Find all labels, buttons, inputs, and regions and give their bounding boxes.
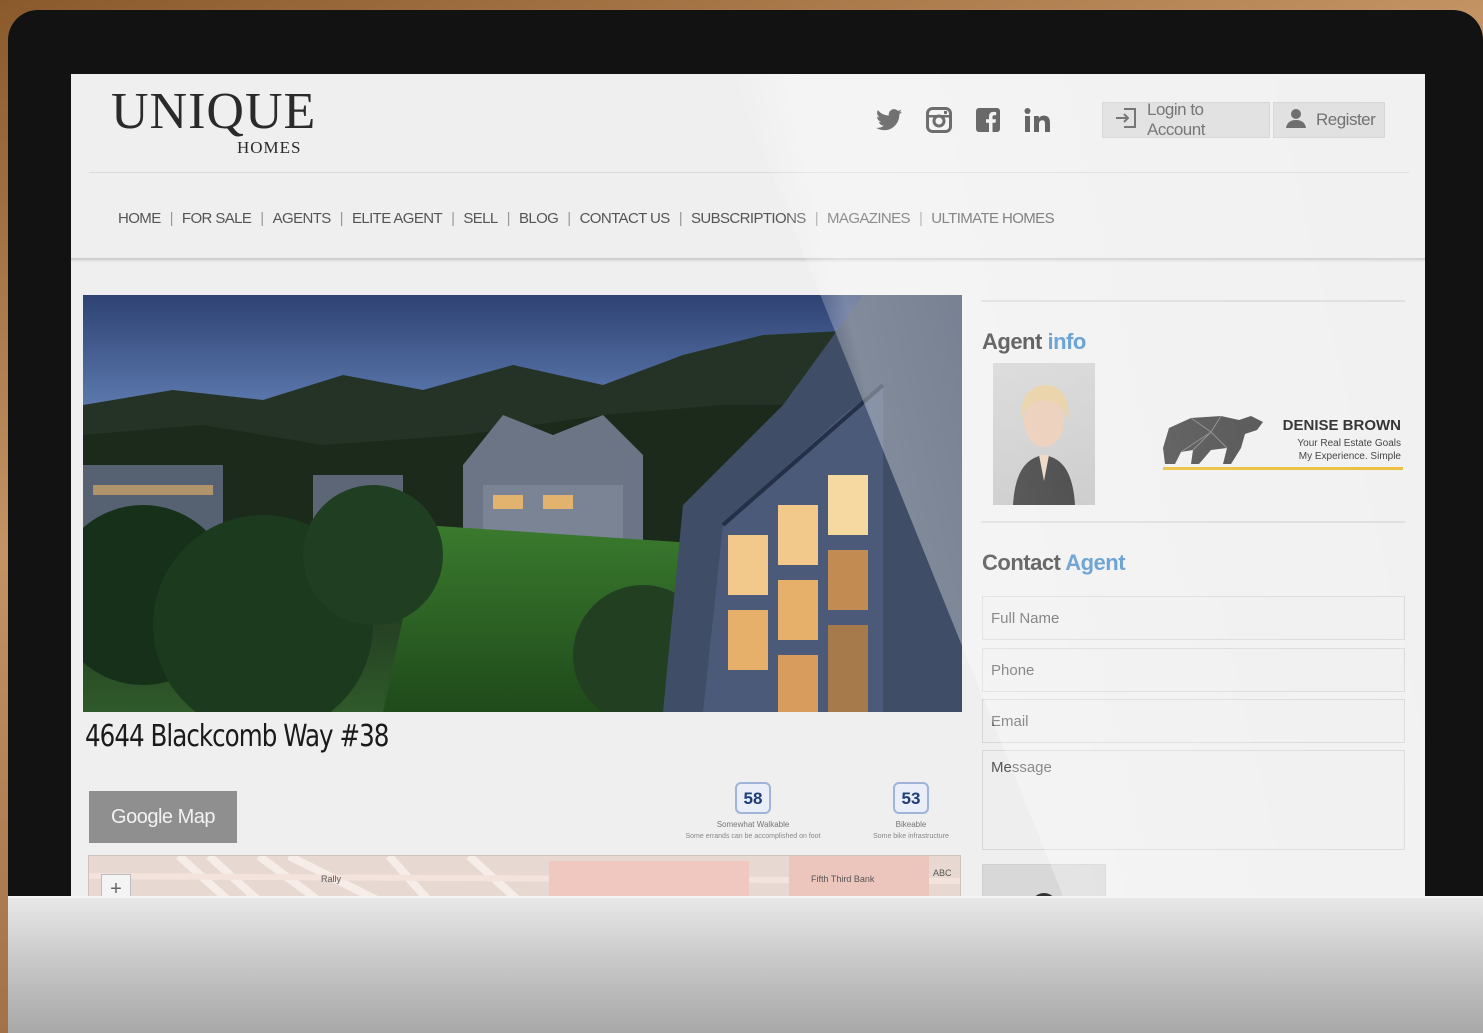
send-button-icon <box>1031 893 1057 896</box>
main-nav: HOME | FOR SALE | AGENTS | ELITE AGENT | SELL | BL… <box>118 210 1055 227</box>
nav-sell[interactable]: SELL <box>463 210 498 227</box>
brand-name: DENISE BROWN <box>1282 417 1401 434</box>
facebook-icon[interactable] <box>970 104 1006 136</box>
send-button[interactable] <box>982 864 1106 896</box>
contact-agent-heading-accent: Agent <box>1065 550 1126 575</box>
full-name-placeholder: Full Name <box>991 609 1060 627</box>
brand-tagline-2: My Experience. Simple <box>1298 451 1401 462</box>
twitter-icon[interactable] <box>871 104 907 136</box>
login-label: Login to Account <box>1147 100 1205 139</box>
contact-agent-heading: Contact Agent <box>982 550 1126 576</box>
walk-score-badge[interactable]: 58 Somewhat Walkable Some errands can be… <box>673 782 833 840</box>
instagram-icon[interactable] <box>921 104 957 136</box>
nav-for-sale[interactable]: FOR SALE <box>182 210 252 227</box>
browser-screen: UNIQUE HOMES Login to Account Register H… <box>71 74 1425 896</box>
map-embed[interactable]: + Rally Fifth Third Bank ABC <box>88 855 961 896</box>
listing-photo[interactable] <box>83 295 962 712</box>
nav-magazines[interactable]: MAGAZINES <box>827 210 911 227</box>
google-map-button[interactable]: Google Map <box>89 791 237 843</box>
map-label-rally: Rally <box>321 874 342 884</box>
laptop-base <box>8 896 1483 1033</box>
login-button[interactable]: Login to Account <box>1102 100 1270 139</box>
nav-contact-us[interactable]: CONTACT US <box>580 210 671 227</box>
email-placeholder: Email <box>991 712 1029 730</box>
nav-blog[interactable]: BLOG <box>519 210 559 227</box>
header-divider <box>89 172 1409 173</box>
logo-sub-text: HOMES <box>237 138 302 157</box>
bike-score-label: Bikeable <box>895 820 927 829</box>
linkedin-icon[interactable] <box>1020 104 1056 136</box>
bike-score-detail: Some bike infrastructure <box>873 833 949 840</box>
full-name-field[interactable]: Full Name <box>982 596 1405 640</box>
nav-divider <box>71 258 1425 260</box>
agent-info-heading-main: Agent <box>982 329 1042 354</box>
agent-info-heading: Agent info <box>982 329 1086 355</box>
login-icon <box>1115 107 1137 133</box>
bike-score-value: 53 <box>893 782 929 814</box>
nav-subscriptions[interactable]: SUBSCRIPTIONS <box>691 210 806 227</box>
message-placeholder: Message <box>991 759 1052 776</box>
walk-score-detail: Some errands can be accomplished on foot <box>685 833 821 840</box>
walk-score-value: 58 <box>735 782 771 814</box>
logo-main-text: UNIQUE <box>111 83 317 140</box>
nav-ultimate-homes[interactable]: ULTIMATE HOMES <box>931 210 1054 227</box>
message-field[interactable]: Message <box>982 750 1405 850</box>
site-header: UNIQUE HOMES Login to Account Register <box>71 74 1425 174</box>
listing-address: 4644 Blackcomb Way #38 <box>85 719 389 754</box>
register-label: Register <box>1316 110 1376 129</box>
brand-tagline-1: Your Real Estate Goals <box>1297 438 1401 449</box>
nav-agents[interactable]: AGENTS <box>273 210 332 227</box>
walk-score-label: Somewhat Walkable <box>716 820 790 829</box>
bike-score-badge[interactable]: 53 Bikeable Some bike infrastructure <box>866 782 956 840</box>
nav-elite-agent[interactable]: ELITE AGENT <box>352 210 443 227</box>
email-field[interactable]: Email <box>982 699 1405 743</box>
phone-placeholder: Phone <box>991 661 1035 679</box>
nav-home[interactable]: HOME <box>118 210 161 227</box>
user-icon <box>1286 108 1306 133</box>
sidebar-divider-top <box>981 300 1405 302</box>
map-label-bank: Fifth Third Bank <box>811 874 875 884</box>
sidebar-divider-mid <box>981 521 1405 523</box>
map-label-abc: ABC <box>933 868 952 878</box>
agent-photo[interactable] <box>993 363 1095 505</box>
brand-underline <box>1163 467 1403 470</box>
unique-homes-logo[interactable]: UNIQUE HOMES <box>111 83 341 158</box>
map-zoom-in-button[interactable]: + <box>101 874 131 896</box>
register-button[interactable]: Register <box>1273 102 1385 138</box>
phone-field[interactable]: Phone <box>982 648 1405 692</box>
agent-brand-logo[interactable]: DENISE BROWN Your Real Estate Goals My E… <box>1161 404 1403 470</box>
bear-icon <box>1163 415 1263 464</box>
agent-info-heading-accent: info <box>1047 329 1086 354</box>
contact-agent-heading-main: Contact <box>982 550 1061 575</box>
